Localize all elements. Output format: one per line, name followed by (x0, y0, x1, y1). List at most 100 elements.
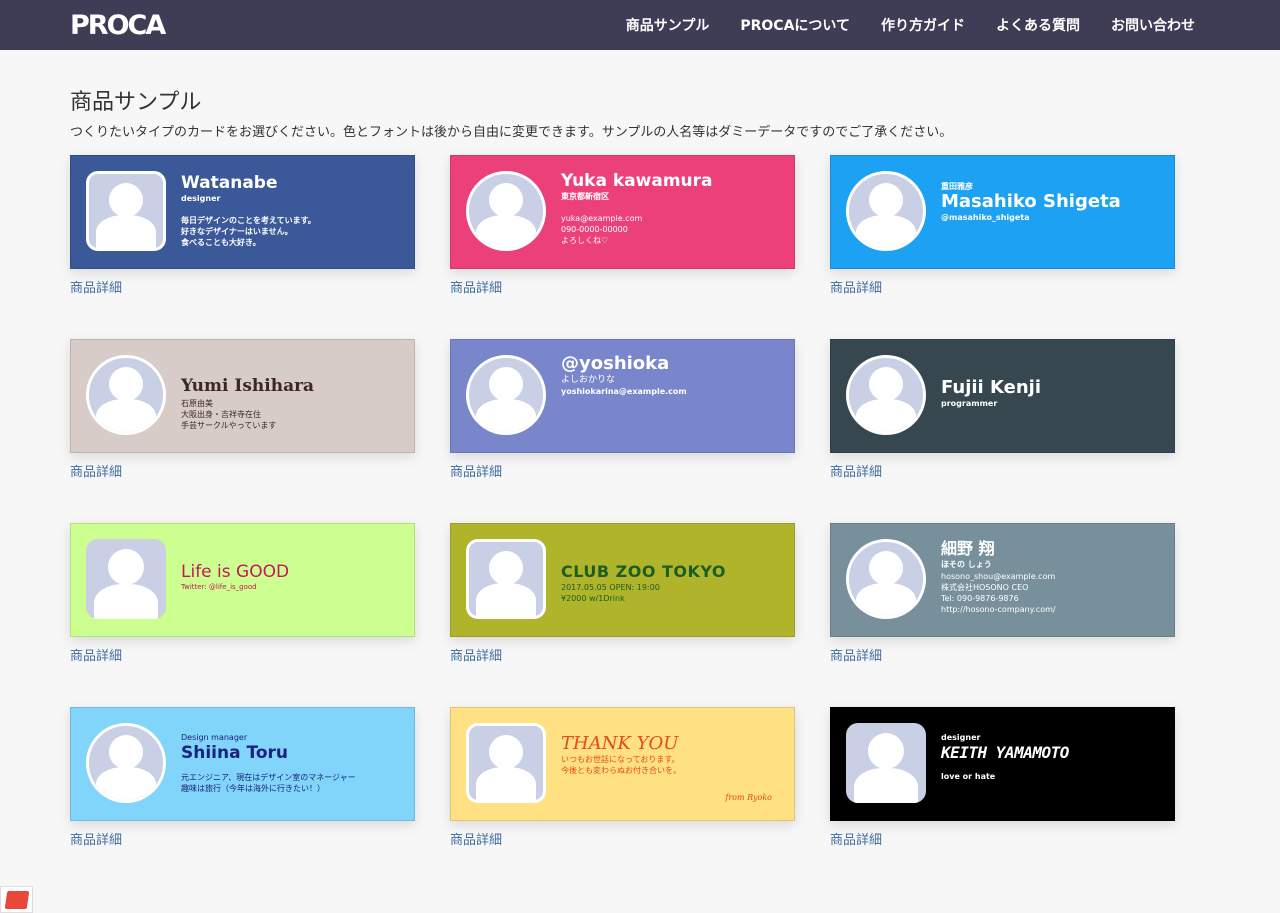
sample-card[interactable]: CLUB ZOO TOKYO 2017.05.05 OPEN: 19:00 ¥2… (450, 523, 795, 637)
card-name: KEITH YAMAMOTO (941, 743, 1069, 762)
sample-cell: 重田雅彦 Masahiko Shigeta @masahiko_shigeta … (830, 155, 1175, 298)
main-nav: 商品サンプル PROCAについて 作り方ガイド よくある質問 お問い合わせ (595, 15, 1195, 35)
card-role: Design manager (181, 733, 248, 742)
sample-card[interactable]: 重田雅彦 Masahiko Shigeta @masahiko_shigeta (830, 155, 1175, 269)
sample-card[interactable]: designer KEITH YAMAMOTO love or hate (830, 707, 1175, 821)
sample-cell: Fujii Kenji programmer 商品詳細 (830, 339, 1175, 482)
sample-card[interactable]: Watanabe designer 毎日デザインのことを考えています。 好きなデ… (70, 155, 415, 269)
sample-card[interactable]: Yumi Ishihara 石原由美 大阪出身・吉祥寺在住 手芸サークルやってい… (70, 339, 415, 453)
avatar (466, 355, 546, 435)
product-detail-link[interactable]: 商品詳細 (450, 280, 795, 298)
card-kana-name: ほその しょう (941, 560, 992, 569)
main-content: 商品サンプル つくりたいタイプのカードをお選びください。色とフォントは後から自由… (0, 88, 1280, 848)
card-kanji-name: 石原由美 (181, 399, 213, 408)
card-name: Yumi Ishihara (181, 376, 315, 396)
card-text: 趣味は旅行（今年は海外に行きたい！） (181, 784, 325, 793)
product-detail-link[interactable]: 商品詳細 (70, 280, 415, 298)
sample-cell: 細野 翔 ほその しょう hosono_shou@example.com 株式会… (830, 523, 1175, 666)
sample-card[interactable]: THANK YOU いつもお世話になっております。 今後とも変わらぬお付き合いを… (450, 707, 795, 821)
card-role: designer (941, 733, 981, 742)
nav-item-faq[interactable]: よくある質問 (996, 15, 1080, 35)
avatar (86, 723, 166, 803)
product-detail-link[interactable]: 商品詳細 (830, 832, 1175, 850)
product-detail-link[interactable]: 商品詳細 (830, 648, 1175, 666)
avatar (466, 723, 546, 803)
sample-cell: Yuka kawamura 東京都新宿区 yuka@example.com 09… (450, 155, 795, 298)
card-email: yoshiokarina@example.com (561, 387, 687, 396)
product-detail-link[interactable]: 商品詳細 (450, 832, 795, 850)
card-name: Masahiko Shigeta (941, 191, 1121, 212)
card-name: THANK YOU (561, 733, 679, 754)
card-text: いつもお世話になっております。 (561, 755, 680, 764)
sample-cell: designer KEITH YAMAMOTO love or hate 商品詳… (830, 707, 1175, 850)
card-role: designer (181, 194, 221, 203)
app-logo-icon[interactable] (0, 886, 33, 913)
card-name: Watanabe (181, 173, 278, 193)
card-name: Life is GOOD (181, 562, 290, 582)
card-text: 毎日デザインのことを考えています。 (181, 216, 316, 225)
product-detail-link[interactable]: 商品詳細 (70, 648, 415, 666)
sample-cell: Life is GOOD Twitter: @life_is_good 商品詳細 (70, 523, 415, 666)
nav-item-samples[interactable]: 商品サンプル (626, 15, 710, 35)
sample-card[interactable]: Fujii Kenji programmer (830, 339, 1175, 453)
card-email: yuka@example.com (561, 214, 643, 223)
product-detail-link[interactable]: 商品詳細 (450, 464, 795, 482)
card-name: @yoshioka (561, 353, 670, 374)
sample-cell: Yumi Ishihara 石原由美 大阪出身・吉祥寺在住 手芸サークルやってい… (70, 339, 415, 482)
product-detail-link[interactable]: 商品詳細 (70, 832, 415, 850)
card-text: 手芸サークルやっています (181, 421, 277, 430)
nav-item-guide[interactable]: 作り方ガイド (881, 15, 965, 35)
sample-card[interactable]: Design manager Shiina Toru 元エンジニア、現在はデザイ… (70, 707, 415, 821)
card-text: 今後とも変わらぬお付き合いを。 (561, 766, 681, 775)
card-handle: Twitter: @life_is_good (181, 583, 257, 591)
sample-cell: @yoshioka よしおかりな yoshiokarina@example.co… (450, 339, 795, 482)
page-subtitle: つくりたいタイプのカードをお選びください。色とフォントは後から自由に変更できます… (70, 125, 953, 140)
card-phone: Tel: 090-9876-9876 (941, 594, 1019, 603)
avatar (466, 539, 546, 619)
avatar (466, 171, 546, 251)
card-kana-name: よしおかりな (561, 375, 616, 385)
card-date: 2017.05.05 OPEN: 19:00 (561, 583, 660, 592)
card-name: Fujii Kenji (941, 377, 1041, 398)
avatar (86, 539, 166, 619)
card-name: CLUB ZOO TOKYO (561, 562, 727, 581)
product-detail-link[interactable]: 商品詳細 (830, 464, 1175, 482)
card-company: 株式会社HOSONO CEO (941, 583, 1029, 592)
sample-card[interactable]: 細野 翔 ほその しょう hosono_shou@example.com 株式会… (830, 523, 1175, 637)
card-price: ¥2000 w/1Drink (561, 594, 625, 603)
avatar (846, 539, 926, 619)
sample-card[interactable]: @yoshioka よしおかりな yoshiokarina@example.co… (450, 339, 795, 453)
sample-cell: Design manager Shiina Toru 元エンジニア、現在はデザイ… (70, 707, 415, 850)
top-navbar: PROCA 商品サンプル PROCAについて 作り方ガイド よくある質問 お問い… (0, 0, 1280, 50)
avatar (86, 355, 166, 435)
avatar (846, 723, 926, 803)
nav-item-contact[interactable]: お問い合わせ (1111, 15, 1195, 35)
product-detail-link[interactable]: 商品詳細 (450, 648, 795, 666)
card-text: 元エンジニア、現在はデザイン室のマネージャー (181, 773, 356, 782)
avatar (86, 171, 166, 251)
product-detail-link[interactable]: 商品詳細 (70, 464, 415, 482)
brand-logo[interactable]: PROCA (70, 12, 166, 39)
card-handle: @masahiko_shigeta (941, 213, 1030, 222)
card-text: 好きなデザイナーはいません。 (181, 227, 293, 236)
sample-cell: Watanabe designer 毎日デザインのことを考えています。 好きなデ… (70, 155, 415, 298)
card-text: 食べることも大好き。 (181, 238, 261, 247)
card-text: 大阪出身・吉祥寺在住 (181, 410, 261, 419)
sample-card[interactable]: Yuka kawamura 東京都新宿区 yuka@example.com 09… (450, 155, 795, 269)
card-role: programmer (941, 399, 998, 408)
card-name: Yuka kawamura (561, 171, 713, 191)
sample-cell: CLUB ZOO TOKYO 2017.05.05 OPEN: 19:00 ¥2… (450, 523, 795, 666)
card-email: hosono_shou@example.com (941, 572, 1056, 581)
sample-card[interactable]: Life is GOOD Twitter: @life_is_good (70, 523, 415, 637)
card-url: http://hosono-company.com/ (941, 605, 1056, 614)
page-title: 商品サンプル (70, 90, 202, 115)
card-text: love or hate (941, 772, 996, 781)
nav-item-about[interactable]: PROCAについて (740, 15, 850, 35)
card-address: 東京都新宿区 (561, 192, 609, 201)
avatar (846, 355, 926, 435)
card-signature: from Ryoko (725, 793, 772, 802)
card-name: Shiina Toru (181, 743, 288, 763)
card-name: 細野 翔 (941, 539, 995, 558)
product-detail-link[interactable]: 商品詳細 (830, 280, 1175, 298)
sample-cell: THANK YOU いつもお世話になっております。 今後とも変わらぬお付き合いを… (450, 707, 795, 850)
